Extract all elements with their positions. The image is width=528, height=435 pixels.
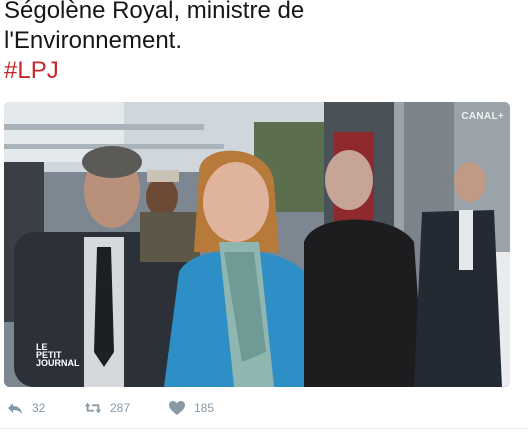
divider — [0, 428, 528, 429]
tweet-media-video[interactable]: CANAL+ LE PETIT JOURNAL — [4, 102, 510, 387]
reply-count: 32 — [32, 401, 46, 415]
video-frame — [4, 102, 510, 387]
tweet-text: Ségolène Royal, ministre de l'Environnem… — [4, 0, 504, 86]
retweet-count: 287 — [110, 401, 131, 415]
tweet-actions: 32 287 185 — [6, 398, 506, 418]
reply-icon — [6, 399, 24, 417]
retweet-icon — [84, 399, 102, 417]
show-logo-line: JOURNAL — [36, 358, 80, 368]
show-logo: LE PETIT JOURNAL — [36, 343, 80, 368]
channel-watermark: CANAL+ — [461, 111, 504, 122]
tweet-text-line-1: Ségolène Royal, ministre de — [4, 0, 305, 24]
retweet-button[interactable]: 287 — [84, 398, 130, 418]
like-button[interactable]: 185 — [168, 398, 214, 418]
like-count: 185 — [194, 401, 215, 415]
hashtag-link[interactable]: #LPJ — [4, 56, 504, 86]
heart-icon — [168, 399, 186, 417]
tweet-text-line-2: l'Environnement. — [4, 27, 183, 54]
reply-button[interactable]: 32 — [6, 398, 45, 418]
